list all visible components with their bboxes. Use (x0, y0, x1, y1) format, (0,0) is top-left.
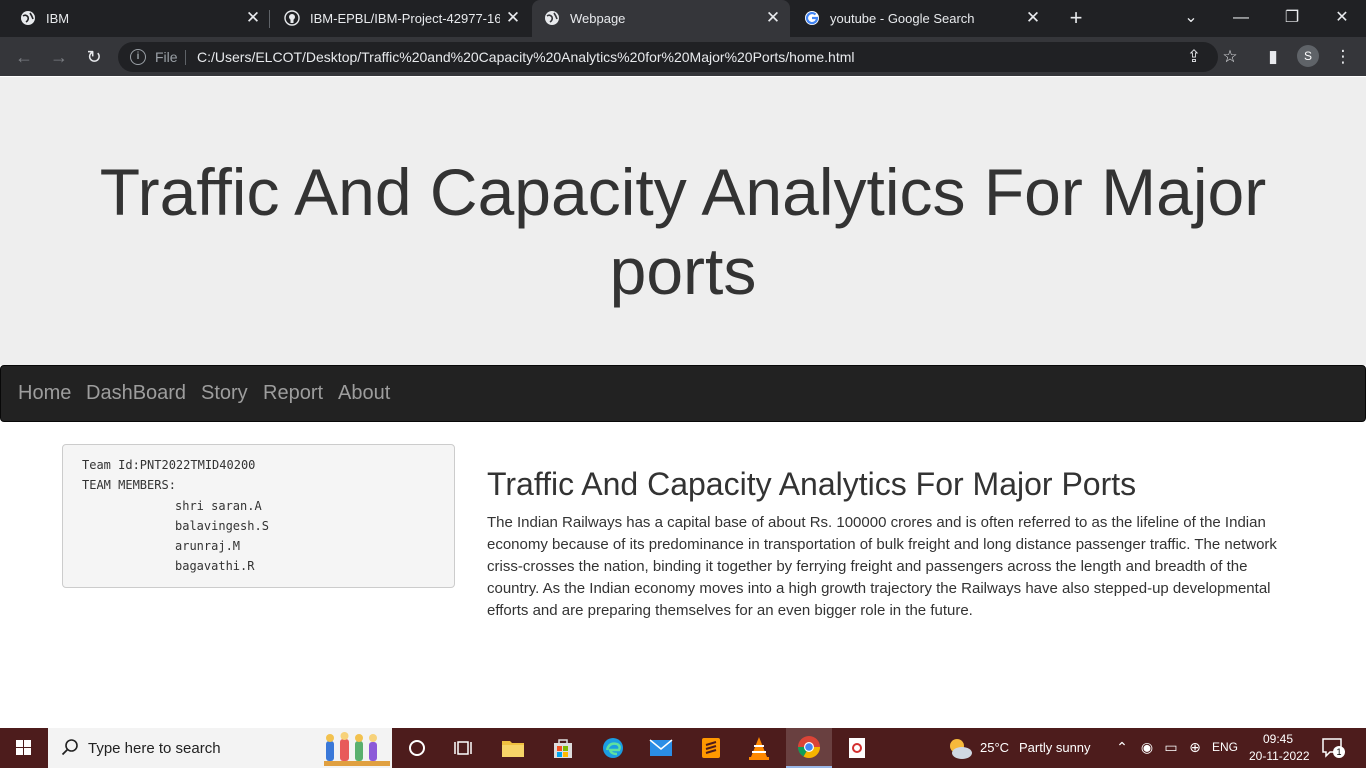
bookmark-star-icon[interactable]: ☆ (1218, 45, 1242, 69)
tab-title: IBM (46, 11, 70, 26)
task-view-icon (454, 741, 472, 755)
show-hidden-icons-chevron-icon[interactable]: ⌃ (1113, 738, 1131, 756)
microsoft-store-button[interactable] (540, 728, 586, 768)
tab-search-chevron-icon[interactable]: ⌄ (1179, 6, 1203, 30)
content-heading: Traffic And Capacity Analytics For Major… (487, 466, 1137, 502)
team-info-box: Team Id:PNT2022TMID40200 TEAM MEMBERS: s… (62, 444, 455, 588)
tab-github-project[interactable]: IBM-EPBL/IBM-Project-42977-16 ✕ (272, 0, 530, 37)
search-icon (61, 739, 78, 756)
document-app-button[interactable] (834, 728, 880, 768)
team-members-heading: TEAM MEMBERS: (82, 478, 176, 492)
browser-tab-strip: IBM ✕ IBM-EPBL/IBM-Project-42977-16 ✕ We… (0, 0, 1366, 37)
mail-button[interactable] (638, 728, 684, 768)
notification-center-button[interactable]: 1 (1322, 738, 1345, 758)
chrome-button[interactable] (786, 728, 832, 768)
jumbotron: Traffic And Capacity Analytics For Major… (0, 77, 1366, 365)
tab-title: youtube - Google Search (830, 11, 975, 26)
start-button[interactable] (0, 728, 48, 768)
cortana-circle-icon (409, 740, 425, 756)
tab-title: Webpage (570, 11, 626, 26)
tab-ibm[interactable]: IBM ✕ (8, 0, 270, 37)
new-tab-button[interactable]: + (1064, 7, 1088, 31)
nav-dashboard[interactable]: DashBoard (86, 382, 186, 405)
cortana-button[interactable] (394, 728, 440, 768)
site-navbar: Home DashBoard Story Report About (0, 365, 1366, 422)
menu-kebab-icon[interactable]: ⋮ (1331, 45, 1355, 69)
forward-arrow-icon[interactable]: → (47, 45, 71, 69)
store-bag-icon (554, 739, 572, 758)
taskbar-search[interactable]: Type here to search (48, 728, 392, 768)
windows-taskbar: Type here to search 25°C Partly sunny ⌃ … (0, 728, 1366, 768)
globe-icon (21, 11, 35, 25)
team-member: bagavathi.R (175, 559, 255, 573)
tab-title: IBM-EPBL/IBM-Project-42977-16 (310, 11, 500, 26)
restore-icon[interactable]: ❐ (1280, 6, 1304, 30)
team-member: balavingesh.S (175, 519, 269, 533)
nav-report[interactable]: Report (263, 382, 323, 405)
notification-count-badge: 1 (1333, 746, 1345, 758)
profile-avatar[interactable]: S (1297, 45, 1319, 67)
clock-date[interactable]: 20-11-2022 (1249, 749, 1310, 763)
side-panel-icon[interactable]: ▮ (1261, 45, 1285, 69)
google-icon (805, 11, 819, 25)
location-record-icon[interactable]: ◉ (1138, 738, 1156, 756)
close-tab-icon[interactable]: ✕ (504, 9, 522, 27)
address-separator (185, 50, 186, 65)
minimize-icon[interactable]: — (1229, 6, 1253, 30)
windows-logo-icon (16, 740, 31, 755)
vlc-button[interactable] (736, 728, 782, 768)
tab-google-search[interactable]: youtube - Google Search ✕ (792, 0, 1052, 37)
nav-home[interactable]: Home (18, 382, 71, 405)
network-globe-icon[interactable]: ⊕ (1186, 738, 1204, 756)
close-tab-icon[interactable]: ✕ (764, 9, 782, 27)
task-view-button[interactable] (440, 728, 486, 768)
close-tab-icon[interactable]: ✕ (244, 9, 262, 27)
globe-icon (545, 11, 559, 25)
share-icon[interactable]: ⇪ (1182, 45, 1206, 69)
sublime-text-button[interactable] (688, 728, 734, 768)
document-icon (849, 738, 865, 758)
edge-icon (603, 738, 623, 758)
input-language[interactable]: ENG (1212, 740, 1238, 754)
page-title: Traffic And Capacity Analytics For Major… (99, 155, 1267, 308)
nav-story[interactable]: Story (201, 382, 248, 405)
github-icon (284, 10, 300, 26)
info-icon[interactable]: i (130, 49, 146, 65)
search-highlight-illustration-icon (324, 732, 390, 766)
content-paragraph: The Indian Railways has a capital base o… (487, 514, 1277, 619)
team-member: arunraj.M (175, 539, 241, 553)
close-tab-icon[interactable]: ✕ (1024, 9, 1042, 27)
reload-icon[interactable]: ↻ (82, 45, 106, 69)
mail-envelope-icon (649, 739, 673, 756)
scheme-label: File (155, 49, 178, 65)
address-url[interactable]: C:/Users/ELCOT/Desktop/Traffic%20and%20C… (197, 49, 855, 65)
battery-icon[interactable]: ▭ (1162, 738, 1180, 756)
close-window-icon[interactable]: ✕ (1330, 6, 1354, 30)
weather-condition[interactable]: Partly sunny (1019, 740, 1091, 755)
sublime-text-icon (702, 738, 720, 758)
nav-about[interactable]: About (338, 382, 390, 405)
folder-icon (502, 741, 524, 757)
file-explorer-button[interactable] (490, 728, 536, 768)
vlc-cone-icon (749, 737, 769, 760)
search-placeholder: Type here to search (88, 740, 221, 757)
team-member: shri saran.A (175, 499, 262, 513)
browser-toolbar: ← → ↻ i File C:/Users/ELCOT/Desktop/Traf… (0, 37, 1366, 76)
chrome-icon (798, 736, 820, 758)
weather-temperature[interactable]: 25°C (980, 740, 1009, 755)
tab-webpage[interactable]: Webpage ✕ (532, 0, 790, 37)
back-arrow-icon[interactable]: ← (12, 45, 36, 69)
address-bar[interactable]: i File C:/Users/ELCOT/Desktop/Traffic%20… (118, 42, 1218, 72)
clock-time[interactable]: 09:45 (1263, 732, 1293, 746)
team-id: Team Id:PNT2022TMID40200 (82, 458, 256, 472)
weather-partly-sunny-icon (950, 739, 972, 759)
tab-separator (269, 10, 270, 28)
edge-browser-button[interactable] (590, 728, 636, 768)
